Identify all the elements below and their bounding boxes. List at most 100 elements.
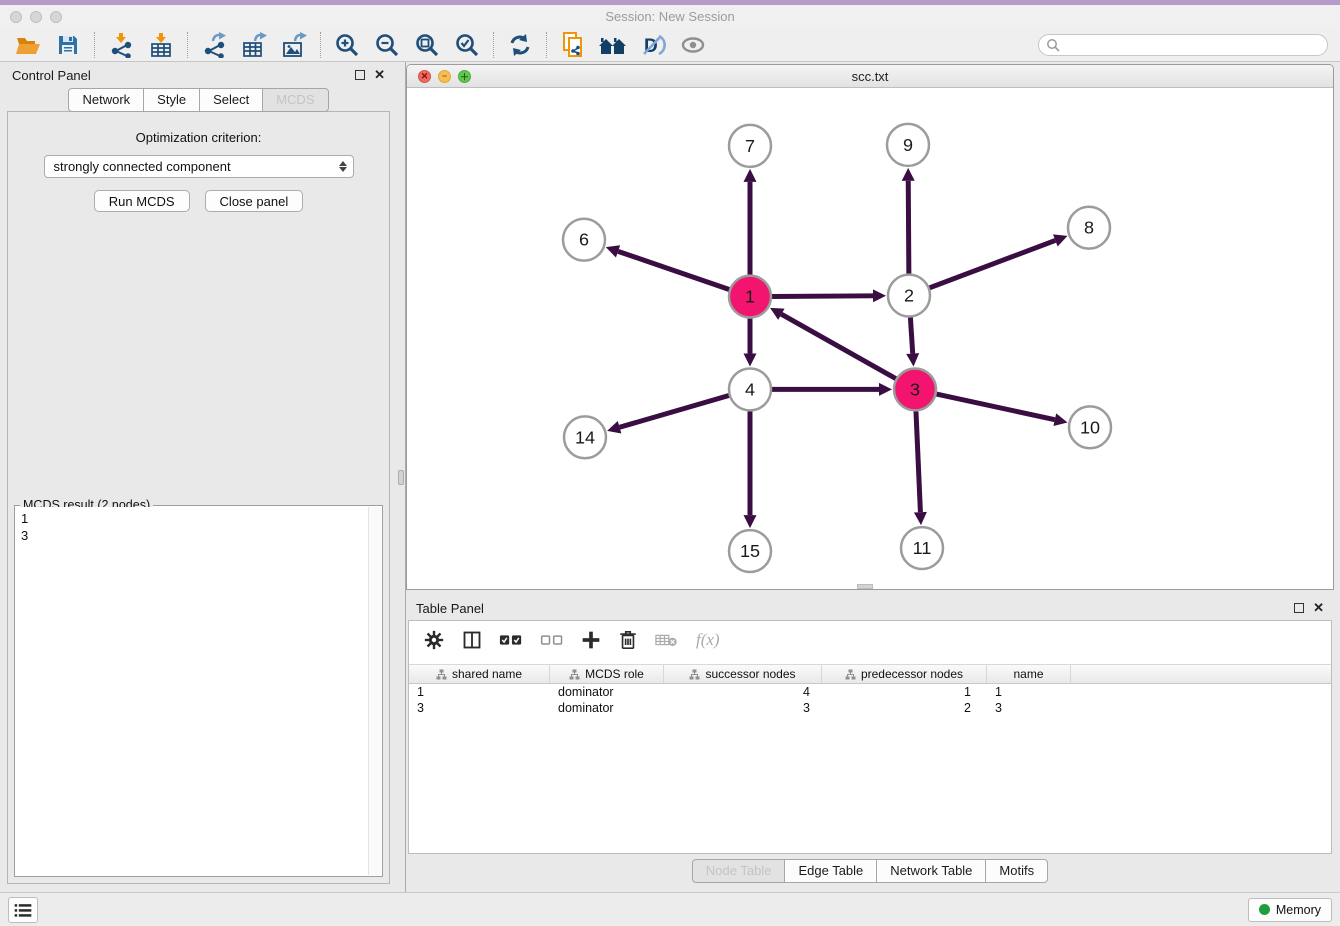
table-toolbar: f(x) — [409, 621, 1331, 659]
save-icon — [56, 33, 80, 57]
new-network-from-selection-button[interactable] — [553, 30, 593, 60]
close-table-panel-icon[interactable]: ✕ — [1313, 603, 1324, 613]
network-window-title: scc.txt — [407, 69, 1333, 84]
deselect-all-button[interactable] — [540, 632, 564, 648]
import-table-button[interactable] — [141, 30, 181, 60]
select-all-button[interactable] — [499, 632, 523, 648]
tab-network-table[interactable]: Network Table — [876, 859, 986, 883]
table-panel-tabs: Node Table Edge Table Network Table Moti… — [406, 854, 1334, 888]
zoom-selected-icon — [454, 32, 480, 58]
cell-name[interactable]: 1 — [987, 685, 1071, 699]
mcds-result-text[interactable]: 1 3 — [16, 507, 368, 875]
cell-mcds-role[interactable]: dominator — [550, 701, 664, 715]
column-header-predecessor-nodes[interactable]: predecessor nodes — [822, 665, 987, 683]
export-network-button[interactable] — [194, 30, 234, 60]
memory-button[interactable]: Memory — [1248, 898, 1332, 922]
app-titlebar: Session: New Session — [0, 5, 1340, 28]
tab-motifs[interactable]: Motifs — [985, 859, 1048, 883]
tab-mcds[interactable]: MCDS — [262, 88, 328, 112]
graph-edge-3-11[interactable] — [916, 411, 920, 512]
network-graph[interactable]: 1234678910111415 — [407, 88, 1333, 589]
float-table-panel-icon[interactable] — [1294, 603, 1304, 613]
cell-mcds-role[interactable]: dominator — [550, 685, 664, 699]
graph-node-label-1: 1 — [745, 287, 755, 307]
zoom-fit-button[interactable] — [407, 30, 447, 60]
delete-column-button[interactable] — [618, 629, 638, 651]
function-builder-button[interactable]: f(x) — [696, 630, 720, 650]
tab-network[interactable]: Network — [68, 88, 144, 112]
mcds-result-line: 3 — [21, 527, 363, 544]
export-image-button[interactable] — [274, 30, 314, 60]
refresh-view-button[interactable] — [500, 30, 540, 60]
zoom-out-button[interactable] — [367, 30, 407, 60]
close-panel-button[interactable]: Close panel — [205, 190, 304, 212]
tree-column-icon — [845, 669, 856, 680]
toolbar-separator — [493, 32, 494, 58]
show-details-button[interactable] — [673, 30, 713, 60]
graph-edge-3-10[interactable] — [936, 394, 1054, 420]
tab-select[interactable]: Select — [199, 88, 263, 112]
optimization-select[interactable]: strongly connected component — [44, 155, 354, 178]
cell-predecessor-nodes[interactable]: 1 — [822, 685, 987, 699]
graph-edge-2-8[interactable] — [930, 240, 1056, 287]
table-row[interactable]: 1 dominator 4 1 1 — [409, 684, 1331, 700]
run-mcds-button[interactable]: Run MCDS — [94, 190, 190, 212]
zoom-fit-icon — [414, 32, 440, 58]
search-input[interactable] — [1065, 36, 1327, 54]
graph-edge-1-6[interactable] — [618, 251, 729, 289]
canvas-resize-grip[interactable] — [857, 584, 873, 589]
graph-edge-2-3[interactable] — [910, 317, 912, 353]
result-scrollbar[interactable] — [368, 507, 381, 875]
splitter-grip[interactable] — [398, 470, 404, 485]
cell-successor-nodes[interactable]: 4 — [664, 685, 822, 699]
node-table: f(x) shared name MCDS role — [408, 620, 1332, 854]
hide-details-button[interactable]: D — [633, 30, 673, 60]
create-column-button[interactable] — [581, 630, 601, 650]
column-header-name[interactable]: name — [987, 665, 1071, 683]
table-settings-button[interactable] — [423, 629, 445, 651]
column-header-shared-name[interactable]: shared name — [409, 665, 550, 683]
toolbar-separator — [187, 32, 188, 58]
optimization-criterion-label: Optimization criterion: — [8, 130, 389, 145]
eye-icon — [680, 33, 706, 57]
graph-edge-1-2[interactable] — [772, 296, 873, 297]
float-panel-icon[interactable] — [355, 70, 365, 80]
tab-style[interactable]: Style — [143, 88, 200, 112]
tab-edge-table[interactable]: Edge Table — [784, 859, 877, 883]
network-window-titlebar: ✕ − ＋ scc.txt — [407, 65, 1333, 88]
zoom-in-button[interactable] — [327, 30, 367, 60]
zoom-out-icon — [374, 32, 400, 58]
cell-shared-name[interactable]: 3 — [409, 701, 550, 715]
first-neighbors-button[interactable] — [593, 30, 633, 60]
graph-arrowhead-4-15 — [744, 515, 757, 528]
export-table-button[interactable] — [234, 30, 274, 60]
column-header-mcds-role[interactable]: MCDS role — [550, 665, 664, 683]
save-session-button[interactable] — [48, 30, 88, 60]
close-panel-icon[interactable]: ✕ — [374, 70, 385, 80]
refresh-icon — [508, 33, 532, 57]
column-header-successor-nodes[interactable]: successor nodes — [664, 665, 822, 683]
table-row[interactable]: 3 dominator 3 2 3 — [409, 700, 1331, 716]
delete-table-button[interactable] — [655, 632, 679, 648]
vertical-splitter[interactable] — [397, 62, 406, 892]
tab-node-table[interactable]: Node Table — [692, 859, 786, 883]
task-history-button[interactable] — [8, 897, 38, 923]
control-panel-header: Control Panel ✕ — [0, 62, 397, 88]
table-panel-title: Table Panel — [416, 601, 484, 616]
cell-shared-name[interactable]: 1 — [409, 685, 550, 699]
cell-successor-nodes[interactable]: 3 — [664, 701, 822, 715]
open-file-button[interactable] — [8, 30, 48, 60]
graph-arrowhead-1-6 — [606, 245, 620, 257]
show-columns-button[interactable] — [462, 630, 482, 650]
cell-predecessor-nodes[interactable]: 2 — [822, 701, 987, 715]
open-folder-icon — [15, 33, 41, 57]
network-canvas[interactable]: 1234678910111415 — [407, 88, 1333, 589]
deselect-all-icon — [540, 632, 564, 648]
graph-edge-3-1[interactable] — [781, 314, 895, 378]
zoom-selected-button[interactable] — [447, 30, 487, 60]
graph-edge-2-9[interactable] — [908, 181, 909, 274]
main-toolbar: D — [0, 28, 1340, 62]
graph-edge-4-14[interactable] — [620, 396, 729, 428]
import-network-button[interactable] — [101, 30, 141, 60]
cell-name[interactable]: 3 — [987, 701, 1071, 715]
